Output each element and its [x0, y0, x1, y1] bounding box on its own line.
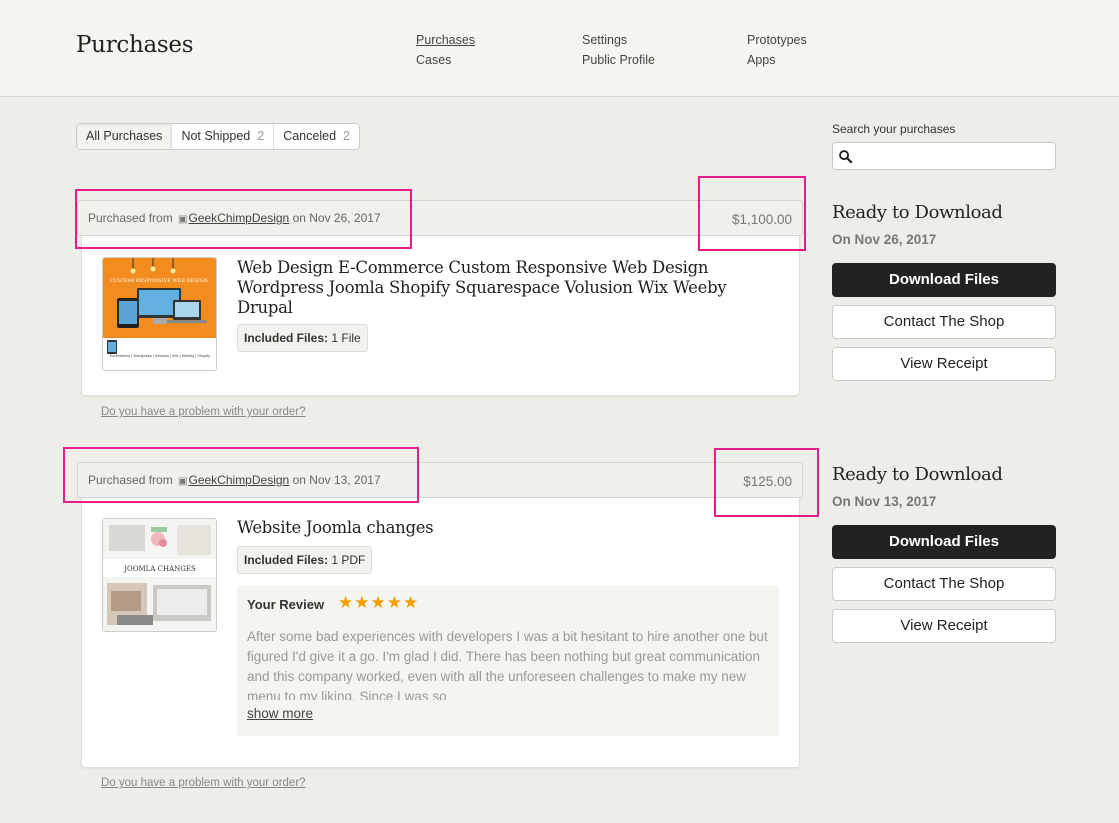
- review-box: Your Review ★★★★★ After some bad experie…: [237, 586, 779, 736]
- tab-all-purchases[interactable]: All Purchases: [77, 124, 173, 149]
- download-files-button[interactable]: Download Files: [832, 525, 1056, 559]
- nav-settings[interactable]: Settings: [582, 30, 655, 50]
- tab-canceled[interactable]: Canceled 2: [274, 124, 359, 149]
- tab-label: Canceled: [283, 129, 337, 143]
- purchase-filter-tabs: All Purchases Not Shipped 2 Canceled 2: [76, 123, 360, 150]
- view-receipt-button[interactable]: View Receipt: [832, 609, 1056, 643]
- item-thumbnail[interactable]: CUSTOM RESPONSIVE WEB DESIGN Ecommerce |…: [102, 257, 217, 371]
- problem-with-order-link[interactable]: Do you have a problem with your order?: [101, 777, 306, 789]
- star-icon: ★: [354, 593, 371, 612]
- star-icon: ★: [386, 593, 403, 612]
- highlight-box-price-2: [714, 448, 819, 517]
- problem-with-order-link[interactable]: Do you have a problem with your order?: [101, 406, 306, 418]
- included-files-label: Included Files:: [244, 553, 329, 567]
- review-text: After some bad experiences with develope…: [247, 629, 768, 700]
- thumbnail-banner-text: CUSTOM RESPONSIVE WEB DESIGN: [110, 278, 209, 284]
- star-icon: ★: [370, 593, 387, 612]
- ready-date: On Nov 26, 2017: [832, 232, 937, 247]
- nav-column-2: Settings Public Profile: [582, 30, 655, 70]
- nav-cases[interactable]: Cases: [416, 50, 475, 70]
- ready-to-download-title: Ready to Download: [832, 202, 1003, 223]
- ready-to-download-title: Ready to Download: [832, 464, 1003, 485]
- highlight-box-price-1: [698, 176, 806, 251]
- contact-shop-button[interactable]: Contact The Shop: [832, 567, 1056, 601]
- show-more-link[interactable]: show more: [247, 706, 313, 721]
- nav-prototypes[interactable]: Prototypes: [747, 30, 807, 50]
- item-thumbnail[interactable]: JOOMLA CHANGES: [102, 518, 217, 632]
- included-files-value: 1 File: [331, 331, 361, 345]
- included-files-label: Included Files:: [244, 331, 329, 345]
- item-title[interactable]: Web Design E-Commerce Custom Responsive …: [237, 258, 757, 318]
- page-header: Purchases Purchases Cases Settings Publi…: [0, 0, 1119, 97]
- view-receipt-button[interactable]: View Receipt: [832, 347, 1056, 381]
- order-card: JOOMLA CHANGES Website Joomla changes In…: [81, 498, 800, 768]
- included-files-value: 1 PDF: [331, 553, 366, 567]
- nav-apps[interactable]: Apps: [747, 50, 807, 70]
- nav-column-1: Purchases Cases: [416, 30, 475, 70]
- item-title[interactable]: Website Joomla changes: [237, 518, 757, 538]
- highlight-box-seller-2: [63, 447, 419, 503]
- star-icon: ★: [403, 593, 420, 612]
- tab-count: 2: [257, 129, 265, 143]
- highlight-box-seller-1: [75, 189, 412, 249]
- web-design-thumbnail-image: CUSTOM RESPONSIVE WEB DESIGN Ecommerce |…: [103, 258, 216, 370]
- search-icon: [839, 150, 853, 164]
- page-title: Purchases: [76, 32, 194, 58]
- download-files-button[interactable]: Download Files: [832, 263, 1056, 297]
- joomla-changes-thumbnail-image: JOOMLA CHANGES: [103, 519, 216, 631]
- ready-date: On Nov 13, 2017: [832, 494, 937, 509]
- included-files-badge[interactable]: Included Files: 1 PDF: [237, 546, 373, 574]
- contact-shop-button[interactable]: Contact The Shop: [832, 305, 1056, 339]
- tab-label: All Purchases: [86, 129, 163, 143]
- thumbnail-caption: Ecommerce | Wordpress | Volusion | Wix |…: [110, 354, 210, 358]
- order-card: CUSTOM RESPONSIVE WEB DESIGN Ecommerce |…: [81, 236, 800, 396]
- nav-purchases[interactable]: Purchases: [416, 30, 475, 50]
- review-label: Your Review: [247, 597, 325, 612]
- nav-column-3: Prototypes Apps: [747, 30, 807, 70]
- search-label: Search your purchases: [832, 122, 956, 136]
- search-input[interactable]: [857, 146, 1052, 166]
- tab-count: 2: [343, 129, 350, 143]
- star-icon: ★: [338, 593, 355, 612]
- search-box[interactable]: [832, 142, 1056, 170]
- nav-public-profile[interactable]: Public Profile: [582, 50, 655, 70]
- thumbnail-text: JOOMLA CHANGES: [123, 565, 196, 573]
- review-stars: ★★★★★: [338, 593, 419, 613]
- included-files-badge[interactable]: Included Files: 1 File: [237, 324, 368, 352]
- tab-not-shipped[interactable]: Not Shipped 2: [172, 124, 275, 149]
- tab-label: Not Shipped: [181, 129, 251, 143]
